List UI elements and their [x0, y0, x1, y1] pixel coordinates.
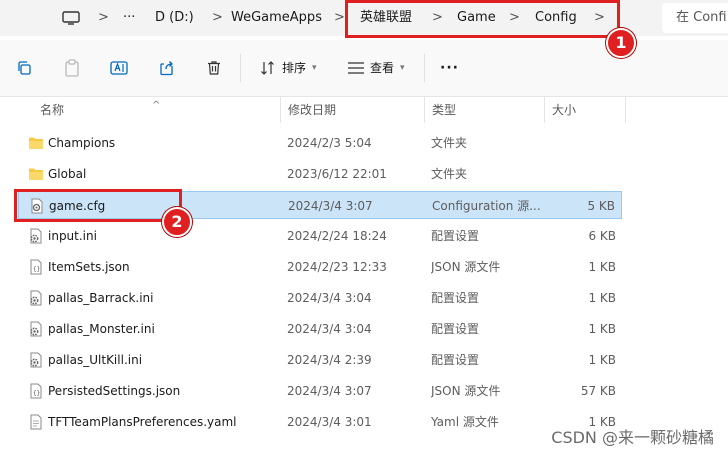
file-size: 1 KB	[588, 322, 616, 336]
settings-file-icon	[28, 352, 44, 368]
breadcrumb-item-drive[interactable]: D (D:)	[155, 0, 194, 36]
column-header-row: 名称 ^ 修改日期 类型 大小	[0, 97, 728, 123]
file-size: 57 KB	[580, 384, 616, 398]
toolbar-divider	[240, 54, 241, 82]
file-type: Configuration 源...	[432, 199, 541, 213]
trash-icon	[208, 61, 220, 75]
column-divider[interactable]	[544, 97, 545, 123]
file-name: pallas_UltKill.ini	[48, 353, 143, 367]
breadcrumb-separator: >	[212, 10, 223, 25]
file-name: pallas_Barrack.ini	[48, 291, 154, 305]
sort-button[interactable]: 排序	[282, 40, 306, 96]
text-file-icon	[28, 414, 44, 430]
file-type: JSON 源文件	[431, 260, 501, 274]
column-divider[interactable]	[625, 97, 626, 123]
paste-button[interactable]	[58, 54, 86, 82]
view-button[interactable]: 查看	[370, 40, 394, 96]
json-file-icon: {}	[28, 383, 44, 399]
file-modified: 2024/2/3 5:04	[287, 136, 372, 150]
rename-icon	[110, 61, 128, 75]
more-options-button[interactable]: ···	[440, 40, 459, 96]
file-row[interactable]: TFTTeamPlansPreferences.yaml 2024/3/4 3:0…	[18, 408, 622, 436]
file-type: 配置设置	[431, 353, 480, 367]
file-type: 文件夹	[431, 167, 468, 181]
file-size: 1 KB	[588, 291, 616, 305]
search-input[interactable]: 在 Confi	[662, 3, 728, 33]
file-type: JSON 源文件	[431, 384, 501, 398]
copy-icon	[18, 61, 31, 75]
file-row[interactable]: Global 2023/6/12 22:01 文件夹	[18, 160, 622, 188]
file-modified: 2024/2/23 12:33	[287, 260, 387, 274]
file-modified: 2024/3/4 3:04	[287, 291, 372, 305]
file-name: input.ini	[48, 229, 97, 243]
rename-button[interactable]	[105, 54, 133, 82]
sort-ascending-icon: ^	[152, 100, 161, 111]
settings-file-icon	[28, 290, 44, 306]
watermark: CSDN @来一颗砂糖橘	[551, 428, 714, 447]
toolbar-divider	[424, 54, 425, 82]
file-row[interactable]: Champions 2024/2/3 5:04 文件夹	[18, 129, 622, 157]
file-modified: 2024/3/4 3:07	[288, 199, 373, 213]
folder-icon	[28, 135, 44, 151]
file-type: 配置设置	[431, 229, 480, 243]
file-name: Champions	[48, 136, 116, 150]
file-row[interactable]: input.ini 2024/2/24 18:24 配置设置 6 KB	[18, 222, 622, 250]
column-divider[interactable]	[424, 97, 425, 123]
file-name: TFTTeamPlansPreferences.yaml	[48, 415, 237, 429]
file-modified: 2024/3/4 3:04	[287, 322, 372, 336]
breadcrumb-item-wegameapps[interactable]: WeGameApps	[231, 0, 322, 36]
column-header-name[interactable]: 名称	[40, 97, 64, 123]
column-divider[interactable]	[280, 97, 281, 123]
breadcrumb-separator: >	[98, 10, 109, 25]
file-row[interactable]: pallas_Barrack.ini 2024/3/4 3:04 配置设置 1 KB	[18, 284, 622, 312]
file-modified: 2024/3/4 3:07	[287, 384, 372, 398]
file-name: ItemSets.json	[48, 260, 130, 274]
file-type: 配置设置	[431, 291, 480, 305]
view-icon	[342, 54, 370, 82]
file-modified: 2024/3/4 3:01	[287, 415, 372, 429]
file-modified: 2023/6/12 22:01	[287, 167, 387, 181]
file-size: 5 KB	[587, 199, 615, 213]
svg-text:{}: {}	[33, 266, 40, 273]
file-name: pallas_Monster.ini	[48, 322, 155, 336]
folder-icon	[28, 166, 44, 182]
settings-file-icon	[28, 228, 44, 244]
file-row[interactable]: {} PersistedSettings.json 2024/3/4 3:07 JSO…	[18, 377, 622, 405]
column-header-modified[interactable]: 修改日期	[288, 97, 336, 123]
paste-icon	[65, 59, 79, 77]
breadcrumb-separator: >	[334, 10, 345, 25]
highlight-box-breadcrumb	[345, 0, 620, 38]
json-file-icon: {}	[28, 259, 44, 275]
share-button[interactable]	[153, 54, 181, 82]
step-badge-1: 1	[606, 28, 636, 58]
file-type: 文件夹	[431, 136, 468, 150]
file-size: 1 KB	[588, 260, 616, 274]
column-header-size[interactable]: 大小	[552, 97, 576, 123]
file-name: Global	[48, 167, 87, 181]
file-modified: 2024/2/24 18:24	[287, 229, 387, 243]
column-header-type[interactable]: 类型	[432, 97, 456, 123]
file-modified: 2024/3/4 2:39	[287, 353, 372, 367]
svg-text:{}: {}	[33, 390, 40, 397]
sort-icon	[254, 54, 282, 82]
file-row[interactable]: pallas_Monster.ini 2024/3/4 3:04 配置设置 1 KB	[18, 315, 622, 343]
file-type: Yaml 源文件	[431, 415, 499, 429]
file-name: PersistedSettings.json	[48, 384, 181, 398]
delete-button[interactable]	[200, 54, 228, 82]
file-row[interactable]: {} ItemSets.json 2024/2/23 12:33 JSON 源文件 1 …	[18, 253, 622, 281]
this-pc-icon[interactable]	[62, 0, 80, 36]
step-badge-2: 2	[162, 207, 192, 237]
chevron-down-icon: ▾	[400, 63, 405, 73]
highlight-box-game-cfg	[14, 189, 182, 222]
breadcrumb-overflow[interactable]: ···	[123, 0, 135, 36]
share-icon	[160, 61, 173, 76]
file-size: 1 KB	[588, 353, 616, 367]
copy-button[interactable]	[10, 54, 38, 82]
file-size: 6 KB	[588, 229, 616, 243]
file-type: 配置设置	[431, 322, 480, 336]
settings-file-icon	[28, 321, 44, 337]
chevron-down-icon: ▾	[312, 63, 317, 73]
file-row[interactable]: pallas_UltKill.ini 2024/3/4 2:39 配置设置 1 KB	[18, 346, 622, 374]
